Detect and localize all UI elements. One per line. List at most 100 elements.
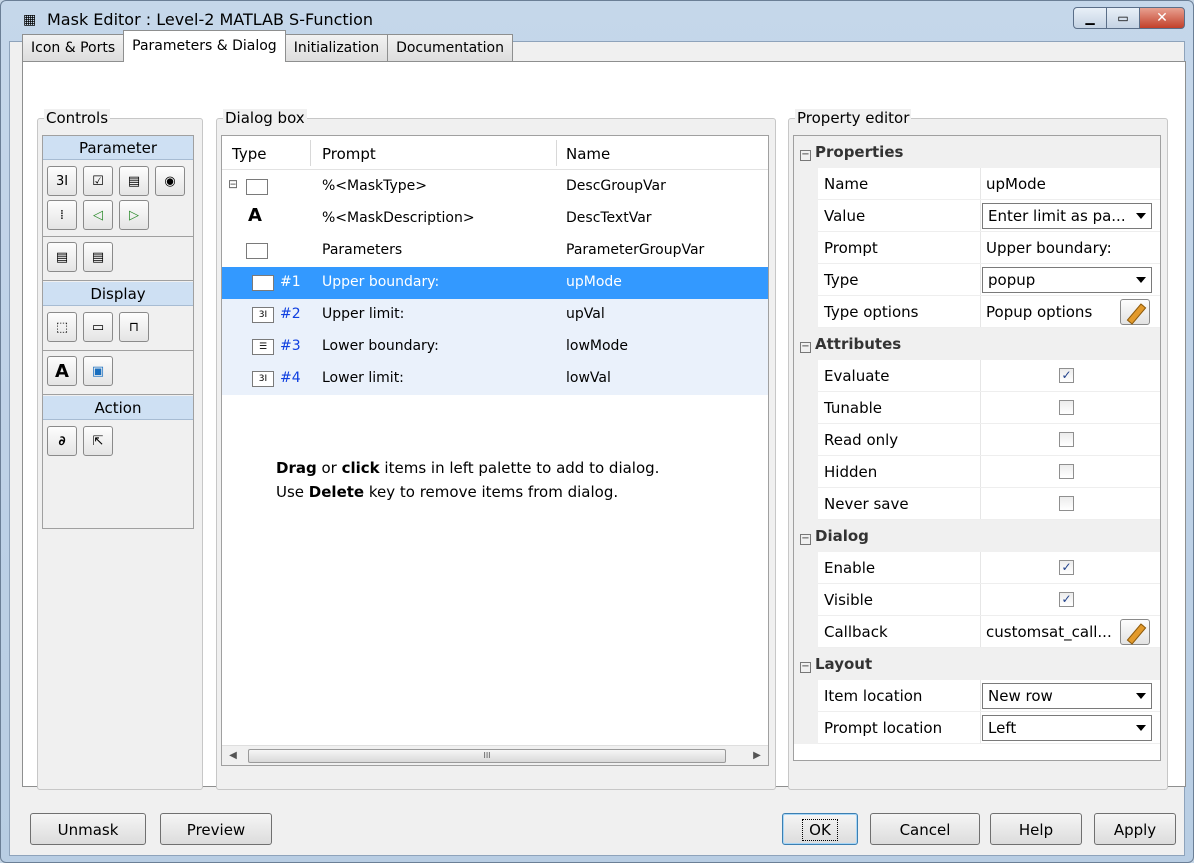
dialog-section[interactable]: − Dialog [794, 520, 1160, 552]
left-arrow-param-icon[interactable]: ◁ [83, 200, 113, 230]
attributes-section[interactable]: − Attributes [794, 328, 1160, 360]
right-arrow-param-icon[interactable]: ▷ [119, 200, 149, 230]
ok-button[interactable]: OK [782, 813, 858, 845]
action-section-header: Action [43, 396, 193, 420]
group-box-icon [246, 243, 268, 259]
checkbox-param-icon[interactable]: ☑ [83, 166, 113, 196]
type-column-header[interactable]: Type [232, 145, 266, 163]
tunable-checkbox[interactable] [1059, 400, 1074, 415]
collapse-icon[interactable]: − [800, 534, 811, 545]
item-location-dropdown[interactable]: New row [982, 683, 1152, 709]
row-number: #1 [280, 274, 301, 290]
horizontal-scrollbar[interactable]: ◀ III ▶ [222, 745, 768, 765]
radiobutton-param-icon[interactable]: ◉ [155, 166, 185, 196]
prompt-location-selected: Left [988, 719, 1017, 737]
collapse-icon[interactable]: − [800, 662, 811, 673]
popup-param-icon[interactable]: ▤ [119, 166, 149, 196]
never-save-label: Never save [824, 495, 909, 513]
scroll-left-icon[interactable]: ◀ [224, 748, 242, 764]
cancel-button[interactable]: Cancel [870, 813, 980, 845]
promote-param-icon[interactable]: ▤ [47, 242, 77, 272]
apply-button[interactable]: Apply [1094, 813, 1176, 845]
close-button[interactable]: ✕ [1139, 7, 1185, 29]
chevron-down-icon [1136, 277, 1146, 283]
button-action-icon[interactable]: ⇱ [83, 426, 113, 456]
tab-icon-ports[interactable]: Icon & Ports [22, 34, 125, 62]
hidden-label: Hidden [824, 463, 878, 481]
palette-divider [43, 236, 193, 237]
visible-checkbox[interactable]: ✓ [1059, 592, 1074, 607]
table-row[interactable]: ☰ #1 Upper boundary: upMode [222, 267, 768, 299]
unmask-button[interactable]: Unmask [30, 813, 146, 845]
text-display-icon[interactable]: A [47, 356, 77, 386]
row-gutter [794, 616, 818, 648]
collapse-icon[interactable]: ⊟ [228, 177, 238, 191]
chevron-down-icon [1136, 725, 1146, 731]
prompt-value[interactable]: Upper boundary: [986, 239, 1112, 257]
tab-initialization[interactable]: Initialization [284, 34, 389, 62]
prompt-location-dropdown[interactable]: Left [982, 715, 1152, 741]
ok-label: OK [802, 819, 838, 841]
edit-pencil-icon[interactable] [1120, 619, 1150, 645]
hint-text: or [316, 459, 342, 477]
value-dropdown[interactable]: Enter limit as pa... [982, 203, 1152, 229]
edit-param-icon[interactable]: 3I [47, 166, 77, 196]
row-prompt: %<MaskType> [322, 178, 427, 194]
prompt-column-header[interactable]: Prompt [322, 145, 376, 163]
type-dropdown[interactable]: popup [982, 267, 1152, 293]
scroll-thumb[interactable]: III [248, 749, 726, 763]
table-row[interactable]: 3I #2 Upper limit: upVal [222, 299, 768, 331]
hint-text: key to remove items from dialog. [364, 483, 619, 501]
help-button[interactable]: Help [990, 813, 1082, 845]
row-divider [818, 743, 1160, 744]
prompt-label: Prompt [824, 239, 878, 257]
slider-param-icon[interactable]: ⁞ [47, 200, 77, 230]
never-save-checkbox[interactable] [1059, 496, 1074, 511]
read-only-checkbox[interactable] [1059, 432, 1074, 447]
panel-display-icon[interactable]: ⬚ [47, 312, 77, 342]
scroll-right-icon[interactable]: ▶ [748, 748, 766, 764]
column-divider[interactable] [556, 140, 557, 166]
table-row[interactable]: ☰ #3 Lower boundary: lowMode [222, 331, 768, 363]
dialog-box-title: Dialog box [223, 109, 307, 127]
row-prompt: Parameters [322, 242, 403, 258]
row-divider [980, 296, 981, 328]
chevron-down-icon [1136, 213, 1146, 219]
hyperlink-action-icon[interactable]: ∂ [47, 426, 77, 456]
row-divider [980, 424, 981, 456]
value-label: Value [824, 207, 866, 225]
name-value[interactable]: upMode [986, 175, 1046, 193]
row-name: lowMode [566, 338, 629, 354]
collapse-icon[interactable]: − [800, 342, 811, 353]
palette-divider [43, 394, 193, 395]
name-column-header[interactable]: Name [566, 145, 610, 163]
row-gutter [794, 264, 818, 296]
image-display-icon[interactable]: ▣ [83, 356, 113, 386]
evaluate-checkbox[interactable]: ✓ [1059, 368, 1074, 383]
enable-checkbox[interactable]: ✓ [1059, 560, 1074, 575]
minimize-button[interactable]: ▁ [1073, 7, 1107, 29]
table-row[interactable]: 3I #4 Lower limit: lowVal [222, 363, 768, 395]
tab-documentation[interactable]: Documentation [387, 34, 513, 62]
table-row[interactable]: Parameters ParameterGroupVar [222, 235, 768, 267]
row-divider [980, 712, 981, 744]
tab-parameters-dialog[interactable]: Parameters & Dialog [123, 30, 286, 62]
promote-all-param-icon[interactable]: ▤ [83, 242, 113, 272]
table-row[interactable]: A %<MaskDescription> DescTextVar [222, 203, 768, 235]
maximize-button[interactable]: ▭ [1106, 7, 1140, 29]
table-row[interactable]: ⊟ %<MaskType> DescGroupVar [222, 171, 768, 203]
tab-display-icon[interactable]: ⊓ [119, 312, 149, 342]
layout-section[interactable]: − Layout [794, 648, 1160, 680]
controls-title: Controls [44, 109, 111, 127]
edit-pencil-icon[interactable] [1120, 299, 1150, 325]
group-box-display-icon[interactable]: ▭ [83, 312, 113, 342]
item-location-selected: New row [988, 687, 1053, 705]
collapse-icon[interactable]: − [800, 150, 811, 161]
properties-section[interactable]: − Properties [794, 136, 1160, 168]
column-divider[interactable] [310, 140, 311, 166]
row-gutter [794, 424, 818, 456]
hidden-checkbox[interactable] [1059, 464, 1074, 479]
row-gutter [794, 552, 818, 584]
property-row-never-save: Never save [794, 488, 1160, 520]
preview-button[interactable]: Preview [160, 813, 272, 845]
